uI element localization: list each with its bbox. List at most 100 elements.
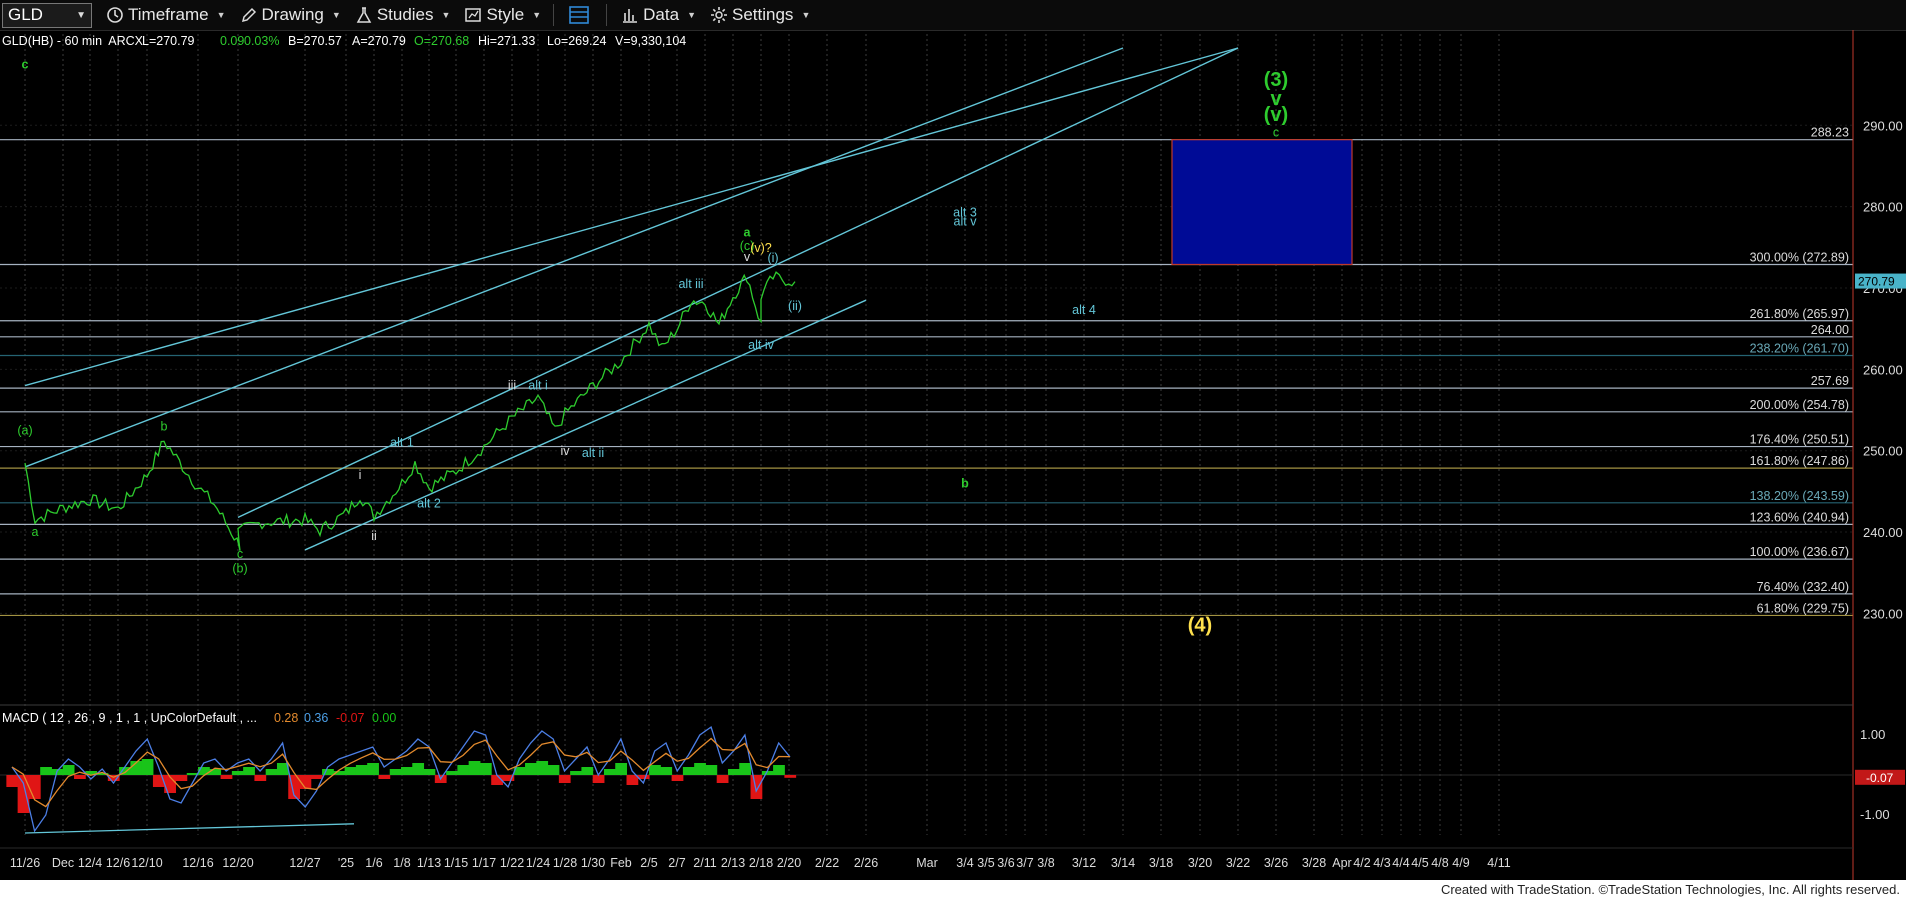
macd-histogram-bar — [660, 767, 673, 775]
price-tick-label: 260.00 — [1863, 362, 1903, 377]
time-tick-label: 1/8 — [393, 856, 410, 870]
time-tick-label: 2/11 — [693, 856, 716, 870]
macd-histogram-bar — [344, 767, 357, 775]
macd-histogram-bar — [671, 775, 684, 781]
time-tick-label: 1/28 — [553, 856, 577, 870]
macd-histogram-bar — [175, 775, 188, 781]
time-tick-label: 2/26 — [854, 856, 878, 870]
time-tick-label: '25 — [338, 856, 354, 870]
macd-histogram-bar — [682, 767, 695, 775]
wave-label: a — [32, 525, 39, 539]
level-label: 76.40% (232.40) — [1757, 580, 1849, 594]
time-tick-label: 4/3 — [1373, 856, 1390, 870]
time-tick-label: 3/8 — [1037, 856, 1054, 870]
price-axis: 230.00240.00250.00260.00270.00280.00290.… — [1863, 118, 1903, 621]
wave-label: (ii) — [788, 299, 802, 313]
time-tick-label: 4/4 — [1392, 856, 1409, 870]
time-tick-label: Dec — [52, 856, 74, 870]
macd-histogram-bar — [62, 765, 75, 775]
copyright-text: Created with TradeStation. ©TradeStation… — [1440, 882, 1900, 897]
macd-histogram-bar — [209, 769, 222, 775]
time-tick-label: 3/5 — [977, 856, 994, 870]
time-tick-label: 4/9 — [1452, 856, 1469, 870]
trendlines — [24, 47, 1239, 551]
level-label: 261.80% (265.97) — [1750, 307, 1849, 321]
time-tick-label: 2/18 — [749, 856, 773, 870]
time-tick-label: 12/10 — [131, 856, 162, 870]
macd-tick-label: -1.00 — [1860, 807, 1890, 822]
time-tick-label: 3/7 — [1016, 856, 1033, 870]
macd-histogram-bar — [615, 763, 628, 775]
macd-histogram-bar — [558, 775, 571, 783]
macd-histogram-bar — [649, 765, 661, 775]
level-label: 238.20% (261.70) — [1750, 342, 1849, 356]
time-tick-label: 11/26 — [10, 856, 40, 870]
level-label: 161.80% (247.86) — [1750, 454, 1849, 468]
price-chart[interactable]: 288.23 300.00% (272.89) 261.80% (265.97) 26… — [0, 0, 1906, 880]
level-label: 123.60% (240.94) — [1750, 510, 1849, 524]
time-tick-label: 12/6 — [106, 856, 130, 870]
time-tick-label: 2/22 — [815, 856, 839, 870]
time-tick-label: 1/24 — [526, 856, 550, 870]
time-tick-label: Feb — [610, 856, 632, 870]
macd-tick-label: 1.00 — [1860, 727, 1885, 742]
time-tick-label: 3/22 — [1226, 856, 1250, 870]
header-high: Hi=271.33 — [478, 34, 535, 48]
header-change: 0.09 — [220, 34, 244, 48]
macd-value-3: -0.07 — [336, 711, 365, 725]
macd-value-4: 0.00 — [372, 711, 396, 725]
macd-histogram-bar — [727, 769, 740, 775]
macd-histogram-bar — [74, 775, 86, 779]
time-tick-label: 1/6 — [365, 856, 382, 870]
time-tick-label: 1/13 — [417, 856, 441, 870]
wave-label: ii — [371, 529, 377, 543]
macd-histogram-bar — [773, 765, 785, 775]
level-label: 138.20% (243.59) — [1750, 489, 1849, 503]
time-tick-label: 4/5 — [1411, 856, 1428, 870]
header-open: O=270.68 — [414, 34, 469, 48]
wave-label: b — [161, 419, 168, 433]
time-tick-label: 3/20 — [1188, 856, 1212, 870]
level-label: 100.00% (236.67) — [1750, 545, 1849, 559]
wave-labels: c(a)abc(b)iiialt 1alt 2iii alt iiv alt iia… — [17, 57, 1288, 636]
time-tick-label: 12/4 — [78, 856, 102, 870]
last-price-value: 270.79 — [1858, 275, 1895, 289]
header-ask: A=270.79 — [352, 34, 406, 48]
macd-histogram-bar — [457, 765, 470, 775]
price-tick-label: 240.00 — [1863, 525, 1903, 540]
macd-trendline — [24, 823, 355, 834]
macd-panel: 1.00 -1.00 -0.07 — [0, 725, 1905, 834]
time-axis: 11/26 Dec 12/4 12/6 12/10 12/16 12/20 12/27 '25 1… — [0, 847, 1853, 870]
level-label: 176.40% (250.51) — [1750, 433, 1849, 447]
wave-label: iii — [508, 379, 516, 393]
wave-label: alt iv — [748, 338, 774, 352]
time-tick-label: 4/11 — [1487, 856, 1510, 870]
macd-histogram-bar — [603, 769, 616, 775]
last-price-tag: 270.79 — [1855, 273, 1906, 289]
wave-label: alt v — [954, 214, 978, 228]
wave-label: c — [22, 57, 29, 71]
trendline — [24, 47, 1124, 468]
price-tick-label: 290.00 — [1863, 118, 1903, 133]
macd-histogram-bar — [536, 761, 549, 775]
level-label: 300.00% (272.89) — [1750, 250, 1849, 264]
time-tick-label: 1/22 — [500, 856, 524, 870]
wave-label: alt 4 — [1072, 303, 1096, 317]
level-label: 200.00% (254.78) — [1750, 398, 1849, 412]
time-tick-label: Mar — [916, 856, 938, 870]
macd-histogram-bar — [355, 765, 368, 775]
time-tick-label: 1/30 — [581, 856, 605, 870]
wave-label: i — [359, 468, 362, 482]
wave-label: alt 1 — [390, 436, 414, 450]
level-label: 257.69 — [1811, 374, 1849, 388]
footer: Created with TradeStation. ©TradeStation… — [0, 880, 1906, 900]
header-last: L=270.79 — [142, 34, 195, 48]
wave-label: alt i — [528, 379, 547, 393]
header-symbol: GLD(HB) - 60 min ARCX — [2, 34, 144, 48]
header-pct: 0.03% — [244, 34, 279, 48]
wave-label: (b) — [232, 562, 247, 576]
time-tick-label: Apr — [1332, 856, 1351, 870]
header-bid: B=270.57 — [288, 34, 342, 48]
wave-label: c — [1273, 126, 1279, 140]
macd-histogram-bar — [231, 771, 244, 775]
